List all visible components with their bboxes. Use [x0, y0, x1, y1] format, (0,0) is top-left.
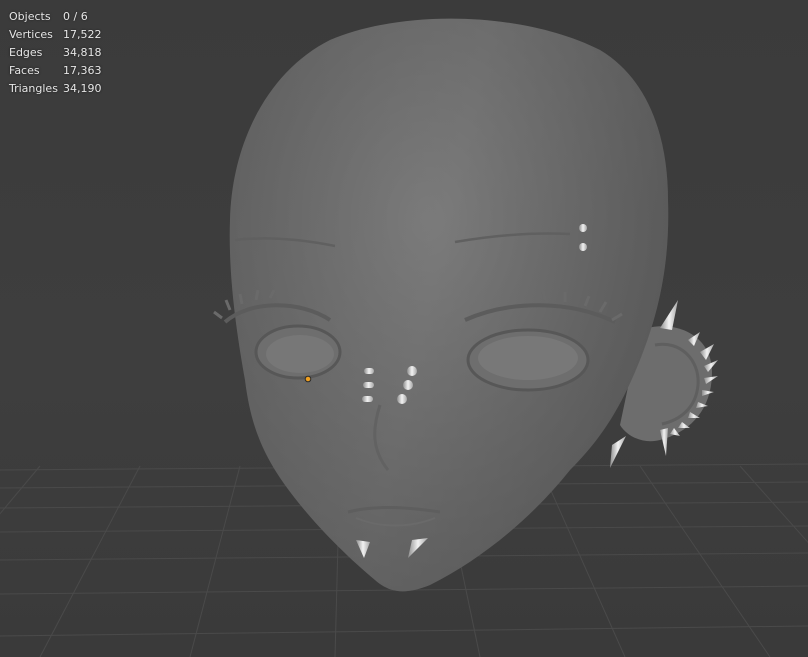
stat-triangles: Triangles 34,190	[9, 80, 102, 98]
stat-label: Faces	[9, 64, 40, 77]
stat-value: 17,363	[63, 64, 102, 77]
stat-value: 34,818	[63, 46, 102, 59]
stat-label: Objects	[9, 10, 51, 23]
3d-viewport[interactable]: Objects 0 / 6 Vertices 17,522 Edges 34,8…	[0, 0, 808, 657]
stat-label: Triangles	[9, 82, 58, 95]
stat-value: 0 / 6	[63, 10, 88, 23]
stat-faces: Faces 17,363	[9, 62, 102, 80]
stat-label: Vertices	[9, 28, 53, 41]
stat-value: 34,190	[63, 82, 102, 95]
stat-value: 17,522	[63, 28, 102, 41]
stat-label: Edges	[9, 46, 43, 59]
stat-objects: Objects 0 / 6	[9, 8, 102, 26]
origin-marker[interactable]	[304, 375, 312, 383]
stat-edges: Edges 34,818	[9, 44, 102, 62]
viewport-scene[interactable]	[0, 0, 808, 657]
statistics-overlay: Objects 0 / 6 Vertices 17,522 Edges 34,8…	[9, 8, 102, 98]
stat-vertices: Vertices 17,522	[9, 26, 102, 44]
